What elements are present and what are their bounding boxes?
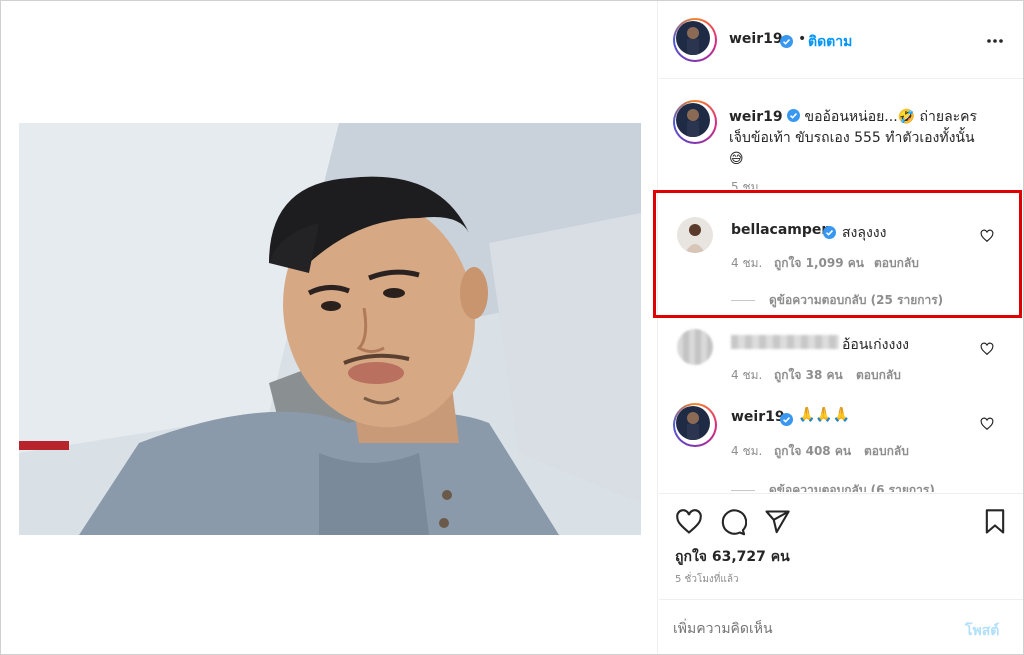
heart-icon[interactable] [675, 508, 703, 540]
replies-divider [731, 490, 755, 491]
comment-reply-button[interactable]: ตอบกลับ [856, 366, 901, 385]
add-comment-bar: โพสต์ [659, 599, 1023, 654]
heart-icon[interactable] [980, 341, 994, 356]
comment-text: 🙏🙏🙏 [798, 407, 851, 423]
caption-text-line2: เจ็บข้อเท้า ขับรถเอง 555 ทำตัวเองทั้งนั้… [729, 130, 975, 146]
author-avatar[interactable] [673, 18, 717, 62]
commenter-avatar[interactable] [677, 329, 713, 365]
heart-icon[interactable] [980, 416, 994, 431]
verified-badge-icon [787, 109, 801, 125]
view-replies-button[interactable]: ดูข้อความตอบกลับ (6 รายการ) [731, 482, 935, 492]
add-comment-input[interactable] [673, 618, 943, 640]
actions-section: ถูกใจ 63,727 คน 5 ชั่วโมงที่แล้ว [659, 493, 1023, 599]
comment-time: 4 ชม. [731, 444, 763, 458]
verified-badge-icon [780, 32, 793, 51]
comment-username[interactable]: weir19 [731, 409, 785, 425]
post-sidebar: weir19 • ติดตาม weir19 ขออ้อนหน่อย...🤣 ถ… [659, 1, 1023, 654]
commenter-avatar[interactable] [673, 403, 717, 447]
blurred-username [731, 335, 839, 349]
instagram-post-window: weir19 • ติดตาม weir19 ขออ้อนหน่อย...🤣 ถ… [0, 0, 1024, 655]
comment-likes[interactable]: ถูกใจ 408 คน [774, 442, 851, 461]
verified-badge-icon [780, 410, 793, 429]
caption-avatar[interactable] [673, 100, 717, 144]
post-timestamp: 5 ชั่วโมงที่แล้ว [675, 574, 739, 585]
caption-time: 5 ชม. [731, 180, 763, 189]
comment-reply-button[interactable]: ตอบกลับ [864, 442, 909, 461]
header-username[interactable]: weir19 [729, 31, 783, 47]
media-pane [1, 1, 658, 654]
more-horizontal-icon[interactable] [986, 33, 1004, 52]
bookmark-icon[interactable] [981, 508, 1009, 540]
post-photo[interactable] [19, 123, 641, 535]
share-icon[interactable] [763, 508, 791, 540]
comment-time: 4 ชม. [731, 368, 763, 382]
caption-text-line1: ขออ้อนหน่อย...🤣 ถ่ายละคร [804, 109, 978, 125]
likes-count[interactable]: ถูกใจ 63,727 คน [675, 546, 790, 568]
caption-text-line3: 😅 [729, 151, 744, 167]
caption-username[interactable]: weir19 [729, 109, 783, 125]
comment-text: อ้อนเก่งงงง [842, 337, 909, 353]
post-comment-button[interactable]: โพสต์ [965, 620, 999, 642]
post-header: weir19 • ติดตาม [659, 1, 1023, 79]
comment-likes[interactable]: ถูกใจ 38 คน [774, 366, 843, 385]
dot-separator: • [798, 31, 807, 47]
highlight-box [653, 190, 1022, 318]
follow-button[interactable]: ติดตาม [808, 31, 852, 53]
comment-icon[interactable] [719, 508, 748, 540]
view-replies-label: ดูข้อความตอบกลับ (6 รายการ) [769, 483, 935, 492]
